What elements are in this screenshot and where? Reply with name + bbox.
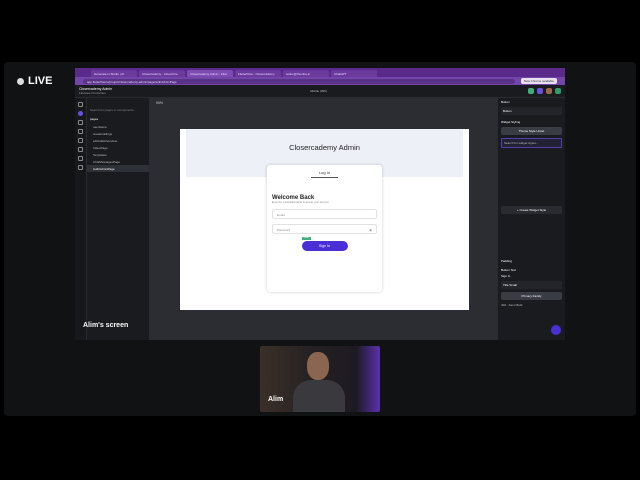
browser-tabs: Generate in Studio | AI Closercademy - C… bbox=[75, 68, 565, 77]
presenter-head bbox=[307, 352, 329, 380]
password-field[interactable]: Password ◉ bbox=[272, 224, 377, 234]
layers-icon[interactable] bbox=[78, 102, 83, 107]
properties-panel: Button Button Widget Styling Theme Style… bbox=[497, 98, 565, 340]
login-card: Log In Welcome Back Enter the credential… bbox=[267, 165, 382, 292]
live-dot-icon bbox=[17, 77, 24, 85]
welcome-subtitle: Enter the credentials below to access yo… bbox=[272, 201, 330, 204]
storyboard-icon[interactable] bbox=[78, 138, 83, 143]
widget-styling-heading: Widget Styling bbox=[501, 120, 521, 124]
zoom-level[interactable]: 90% bbox=[150, 98, 497, 108]
widget-name-input[interactable]: Button bbox=[501, 107, 562, 115]
nav-rail bbox=[75, 98, 87, 340]
pages-panel: Search for pages or components... pages … bbox=[87, 98, 150, 340]
email-placeholder: Email bbox=[277, 213, 285, 217]
page-item[interactable]: VideoPage bbox=[87, 144, 149, 151]
address-bar-row: app.flutterflow.io/project/closercademy-… bbox=[75, 77, 565, 85]
browser-tab[interactable]: Generate in Studio | AI bbox=[91, 70, 137, 77]
webcam-feed: Alim bbox=[260, 346, 380, 412]
page-item[interactable]: userHome bbox=[87, 123, 149, 130]
create-style-button[interactable]: + Create Widget Style bbox=[501, 206, 562, 214]
test-icon[interactable] bbox=[537, 88, 543, 94]
live-label: LIVE bbox=[28, 75, 53, 87]
button-text-value[interactable]: Sign In bbox=[501, 274, 562, 278]
sign-in-button[interactable]: Button Sign In bbox=[301, 237, 348, 251]
page-item[interactable]: ChatMessagesPage bbox=[87, 158, 149, 165]
email-field[interactable]: Email bbox=[272, 209, 377, 219]
font-style-select[interactable]: Title Small bbox=[501, 281, 562, 289]
widget-type: Button bbox=[501, 100, 510, 104]
presenter-body bbox=[293, 380, 345, 412]
chat-fab-button[interactable] bbox=[551, 325, 561, 335]
run-icon[interactable] bbox=[528, 88, 534, 94]
shared-screen: Generate in Studio | AI Closercademy - C… bbox=[75, 68, 565, 340]
canvas[interactable]: 90% Closercademy Admin Log In Welcome Ba… bbox=[150, 98, 497, 340]
font-family-select[interactable]: Primary Family bbox=[501, 292, 562, 300]
tree-icon[interactable] bbox=[78, 120, 83, 125]
app-header: Closercademy Admin Firebase Production Mo… bbox=[75, 85, 565, 98]
publish-icon[interactable] bbox=[555, 88, 561, 94]
eye-icon[interactable]: ◉ bbox=[369, 228, 372, 232]
api-icon[interactable] bbox=[78, 147, 83, 152]
media-icon[interactable] bbox=[78, 156, 83, 161]
selection-badge: Button bbox=[301, 237, 312, 240]
pages-icon[interactable] bbox=[78, 111, 83, 116]
preview-title: Closercademy Admin bbox=[289, 143, 360, 152]
screen-label: Alim's screen bbox=[83, 322, 129, 329]
button-text-section: Button Text bbox=[501, 268, 516, 272]
tab-login[interactable]: Log In bbox=[310, 170, 339, 178]
presenter-name: Alim bbox=[268, 396, 284, 403]
theme-style-button[interactable]: Theme Style Unset bbox=[501, 127, 562, 135]
padding-section[interactable]: Padding bbox=[501, 259, 562, 263]
browser-tab[interactable]: suliun@thumbe.io bbox=[283, 70, 329, 77]
page-item[interactable]: createCallings bbox=[87, 130, 149, 137]
settings-icon[interactable] bbox=[78, 165, 83, 170]
page-search-input[interactable]: Search for pages or components... bbox=[90, 108, 146, 112]
chrome-update-button[interactable]: New Chrome available bbox=[520, 78, 557, 84]
browser-tab-active[interactable]: Closercademy Admin - Flutt bbox=[187, 70, 233, 77]
project-subtitle: Firebase Production bbox=[79, 91, 106, 95]
url-input[interactable]: app.flutterflow.io/project/closercademy-… bbox=[83, 78, 515, 84]
browser-tab[interactable]: ChatGPT bbox=[331, 70, 377, 77]
avatar[interactable] bbox=[546, 88, 552, 94]
password-placeholder: Password bbox=[277, 228, 291, 232]
sign-in-label: Sign In bbox=[319, 244, 330, 248]
browser-tab[interactable]: Closercademy - Cloud Fire bbox=[139, 70, 185, 77]
page-item[interactable]: editCallsOverview bbox=[87, 137, 149, 144]
page-preview: Closercademy Admin Log In Welcome Back E… bbox=[180, 129, 469, 310]
live-indicator: LIVE bbox=[17, 75, 52, 87]
browser-tab[interactable]: FlutterFlow - Closercademy bbox=[235, 70, 281, 77]
components-icon[interactable] bbox=[78, 129, 83, 134]
page-item-selected[interactable]: AuthAdminPage bbox=[87, 165, 149, 172]
device-selector[interactable]: Mobile (390) bbox=[112, 89, 525, 93]
project-title[interactable]: Closercademy Admin Firebase Production bbox=[79, 87, 112, 95]
font-weight-select[interactable]: 400 - Semi Bold bbox=[501, 303, 562, 307]
folder-pages[interactable]: pages bbox=[87, 115, 149, 123]
page-item[interactable]: Templates bbox=[87, 151, 149, 158]
style-search-input[interactable]: Search for widget styles... bbox=[501, 138, 562, 148]
